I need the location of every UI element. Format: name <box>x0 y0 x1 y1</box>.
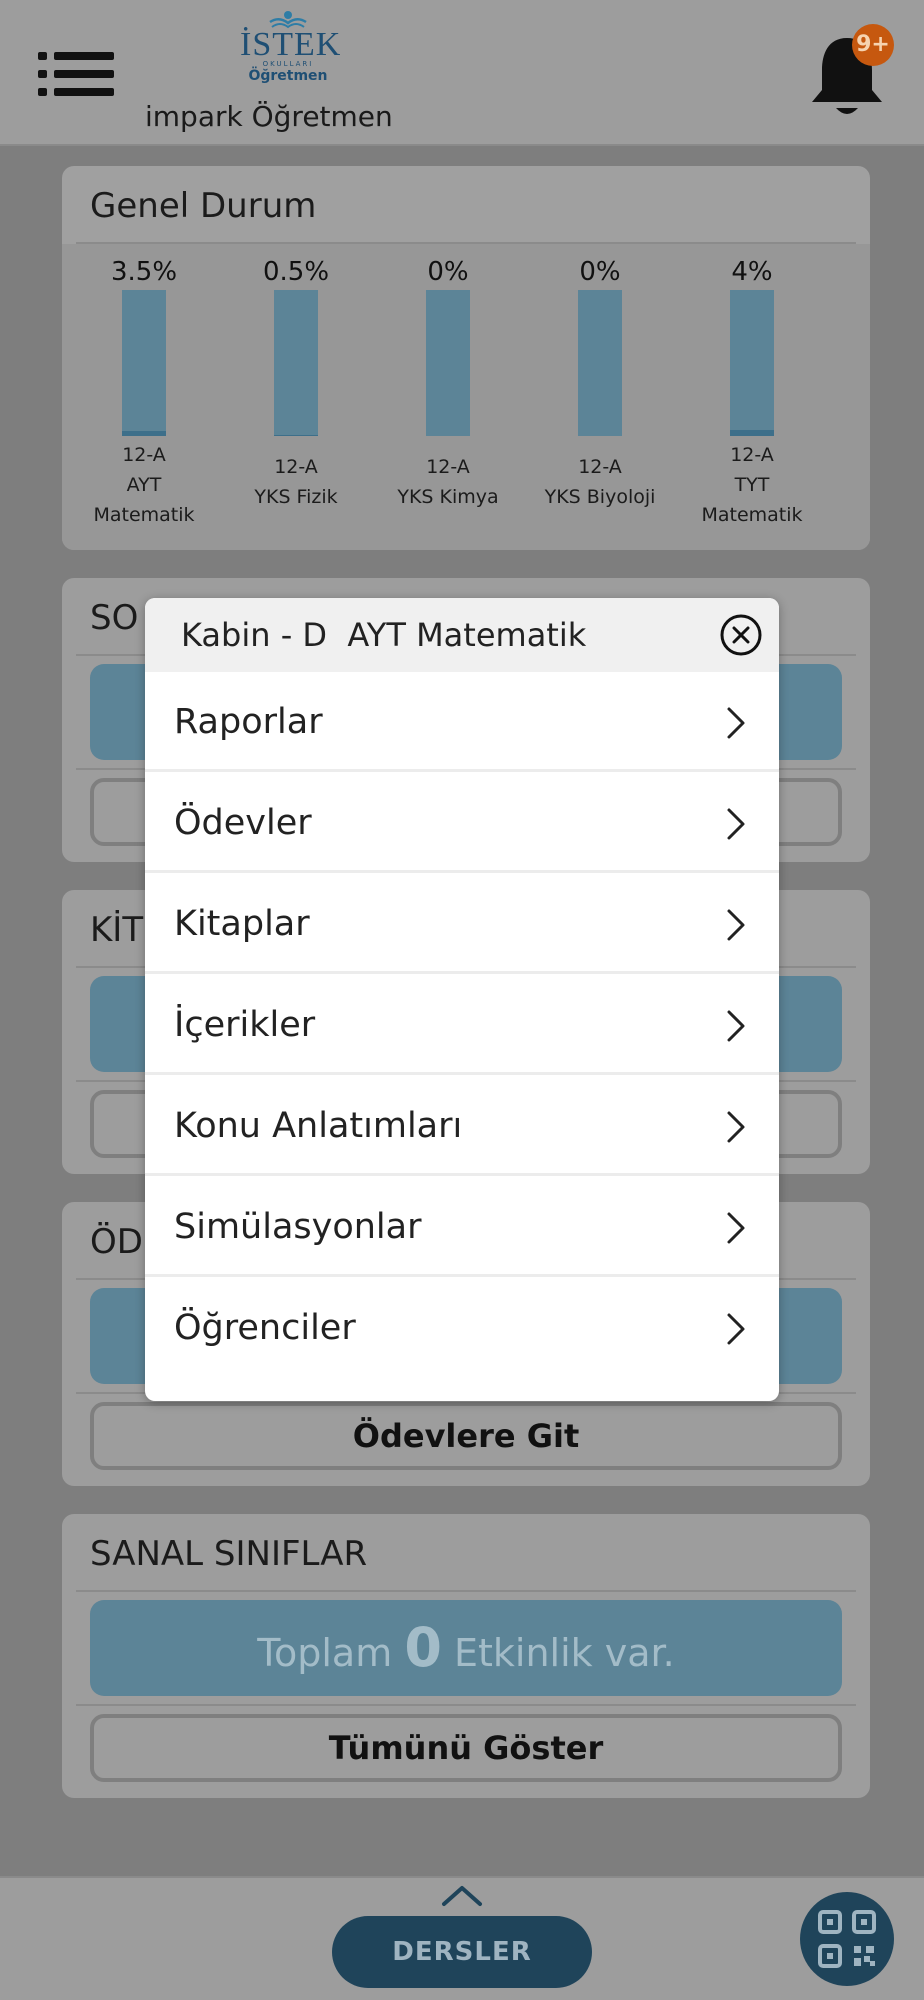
menu-item-label: Raporlar <box>174 702 323 742</box>
menu-item-lectures[interactable]: Konu Anlatımları <box>145 1076 779 1176</box>
total-count: 0 <box>404 1616 442 1679</box>
bar-fill <box>122 431 166 436</box>
dialog-header: Kabin - D AYT Matematik <box>145 598 779 672</box>
chevron-right-icon <box>727 808 745 840</box>
menu-item-simulations[interactable]: Simülasyonlar <box>145 1177 779 1277</box>
general-status-card: Genel Durum 3.5% 12-A AYT Matematik 0.5%… <box>62 166 870 619</box>
chevron-right-icon <box>727 707 745 739</box>
course-actions-dialog: Kabin - D AYT Matematik Raporlar Ödevler… <box>145 598 779 1401</box>
menu-item-books[interactable]: Kitaplar <box>145 874 779 974</box>
menu-item-homework[interactable]: Ödevler <box>145 773 779 873</box>
show-all-button[interactable]: Tümünü Göster <box>90 1714 842 1782</box>
bar-track <box>274 290 318 436</box>
app-header: İSTEK OKULLARI Öğretmen impark Öğretmen … <box>0 0 924 146</box>
user-name: impark Öğretmen <box>145 100 393 133</box>
menu-item-label: Konu Anlatımları <box>174 1106 463 1146</box>
bar-data-label: 4% <box>731 257 773 287</box>
go-to-homework-button[interactable]: Ödevlere Git <box>90 1402 842 1470</box>
bar-fill <box>274 435 318 436</box>
category-label-line: 12-A <box>426 456 470 478</box>
chevron-right-icon <box>727 1111 745 1143</box>
category-label-line: 12-A <box>578 456 622 478</box>
category-label: 12-A AYT Matematik <box>69 440 219 530</box>
notification-badge: 9+ <box>852 24 894 66</box>
chart-column-tyt-matematik[interactable]: 4% 12-A TYT Matematik <box>677 244 827 530</box>
category-label-line: YKS Kimya <box>397 486 499 508</box>
istek-logo: İSTEK OKULLARI Öğretmen <box>240 10 342 94</box>
close-icon[interactable] <box>719 613 763 657</box>
category-label: 12-A TYT Matematik <box>677 440 827 530</box>
menu-item-label: Kitaplar <box>174 904 310 944</box>
category-label-line: 12-A <box>122 444 166 466</box>
general-status-title: Genel Durum <box>90 186 317 226</box>
chevron-right-icon <box>727 909 745 941</box>
bar-fill <box>730 430 774 436</box>
section-1-title: SO <box>90 598 139 638</box>
virtual-classes-summary-pill[interactable]: Toplam 0 Etkinlik var. <box>90 1600 842 1696</box>
logo-word: İSTEK <box>240 26 342 63</box>
category-label: 12-A YKS Biyoloji <box>525 452 675 512</box>
menu-item-label: Öğrenciler <box>174 1308 356 1348</box>
chevron-up-icon[interactable] <box>440 1882 484 1908</box>
chart-column-yks-fizik[interactable]: 0.5% 12-A YKS Fizik <box>221 244 371 512</box>
category-label-line: TYT <box>734 474 770 496</box>
section-2-title: KİT <box>90 910 144 950</box>
menu-item-label: Ödevler <box>174 803 312 843</box>
virtual-classes-card: SANAL SINIFLAR Toplam 0 Etkinlik var. Tü… <box>62 1514 870 1798</box>
chevron-right-icon <box>727 1212 745 1244</box>
chevron-right-icon <box>727 1313 745 1345</box>
card-divider <box>76 1704 856 1706</box>
chart-column-yks-biyoloji[interactable]: 0% 12-A YKS Biyoloji <box>525 244 675 512</box>
total-prefix: Toplam <box>257 1631 393 1675</box>
card-divider <box>76 1590 856 1592</box>
hamburger-menu-icon[interactable] <box>38 52 114 96</box>
category-label-line: YKS Biyoloji <box>544 486 656 508</box>
category-label-line: 12-A <box>274 456 318 478</box>
bar-track <box>122 290 166 436</box>
homework-title: ÖD <box>90 1222 143 1262</box>
progress-chart: 3.5% 12-A AYT Matematik 0.5% 12-A YKS Fi… <box>62 244 870 619</box>
bar-track <box>578 290 622 436</box>
chart-column-yks-kimya[interactable]: 0% 12-A YKS Kimya <box>373 244 523 512</box>
menu-item-reports[interactable]: Raporlar <box>145 672 779 772</box>
dialog-title: Kabin - D AYT Matematik <box>181 616 587 654</box>
bar-data-label: 3.5% <box>110 257 178 287</box>
category-label: 12-A YKS Kimya <box>373 452 523 512</box>
chevron-right-icon <box>727 1010 745 1042</box>
total-activities-text: Toplam 0 Etkinlik var. <box>90 1600 842 1701</box>
bar-track <box>730 290 774 436</box>
category-label-line: Matematik <box>701 504 803 526</box>
category-label-line: Matematik <box>93 504 195 526</box>
menu-item-label: Simülasyonlar <box>174 1207 422 1247</box>
bar-data-label: 0% <box>579 257 621 287</box>
menu-item-contents[interactable]: İçerikler <box>145 975 779 1075</box>
category-label-line: 12-A <box>730 444 774 466</box>
bar-data-label: 0% <box>427 257 469 287</box>
bar-data-label: 0.5% <box>262 257 330 287</box>
menu-item-students[interactable]: Öğrenciler <box>145 1278 779 1378</box>
category-label: 12-A YKS Fizik <box>221 452 371 512</box>
qr-code-icon <box>818 1910 876 1968</box>
total-suffix: Etkinlik var. <box>454 1631 675 1675</box>
bar-track <box>426 290 470 436</box>
virtual-classes-title: SANAL SINIFLAR <box>90 1534 368 1574</box>
courses-button[interactable]: DERSLER <box>332 1916 592 1988</box>
qr-code-button[interactable] <box>800 1892 894 1986</box>
category-label-line: YKS Fizik <box>254 486 338 508</box>
logo-subtitle: Öğretmen <box>248 68 328 84</box>
category-label-line: AYT <box>126 474 162 496</box>
chart-column-ayt-matematik[interactable]: 3.5% 12-A AYT Matematik <box>69 244 219 530</box>
menu-item-label: İçerikler <box>174 1005 316 1045</box>
